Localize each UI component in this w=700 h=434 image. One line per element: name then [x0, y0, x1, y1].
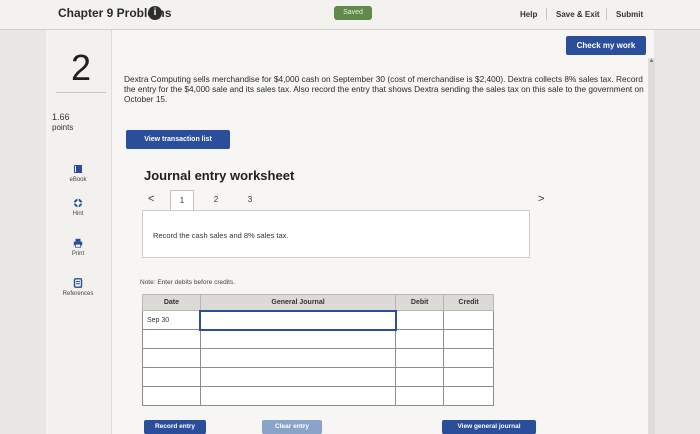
references-label: References — [62, 291, 94, 297]
account-cell[interactable] — [199, 348, 397, 368]
divider — [606, 8, 607, 20]
column-header-debit: Debit — [395, 294, 445, 311]
chevron-right-icon[interactable]: > — [538, 193, 544, 205]
document-icon — [73, 278, 83, 288]
worksheet-tabs: < 1 2 3 > — [142, 190, 554, 210]
view-general-journal-button[interactable]: View general journal — [442, 420, 536, 434]
divider — [546, 8, 547, 20]
saved-status-badge: Saved — [334, 6, 372, 20]
account-cell[interactable] — [199, 367, 397, 387]
note-text: Note: Enter debits before credits. — [140, 279, 236, 286]
table-row — [142, 329, 494, 349]
account-cell[interactable] — [199, 329, 397, 349]
chevron-left-icon[interactable]: < — [148, 193, 154, 205]
worksheet-title: Journal entry worksheet — [144, 168, 295, 183]
points-value: 1.66 — [52, 112, 70, 122]
date-cell[interactable] — [142, 386, 201, 406]
date-cell[interactable]: Sep 30 — [142, 310, 201, 330]
scrollbar[interactable]: ▲ — [648, 58, 655, 434]
check-my-work-button[interactable]: Check my work — [566, 36, 646, 55]
account-cell[interactable] — [199, 309, 397, 331]
debit-cell[interactable] — [395, 348, 445, 368]
hint-label: Hint — [72, 211, 84, 217]
debit-cell[interactable] — [395, 310, 445, 330]
question-sidebar — [46, 30, 112, 434]
points-label: points — [52, 123, 74, 132]
date-cell[interactable] — [142, 367, 201, 387]
question-number: 2 — [70, 47, 92, 88]
column-header-credit: Credit — [443, 294, 494, 311]
ebook-tool[interactable]: eBook — [48, 164, 108, 183]
table-row — [142, 367, 494, 387]
journal-table: Date General Journal Debit Credit Sep 30 — [142, 294, 494, 406]
printer-icon — [73, 238, 83, 248]
credit-cell[interactable] — [443, 386, 494, 406]
submit-link[interactable]: Submit — [616, 10, 643, 19]
references-tool[interactable]: References — [48, 278, 108, 297]
clear-entry-button[interactable]: Clear entry — [262, 420, 322, 434]
credit-cell[interactable] — [443, 367, 494, 387]
debit-cell[interactable] — [395, 367, 445, 387]
record-entry-button[interactable]: Record entry — [144, 420, 206, 434]
table-row — [142, 348, 494, 368]
tab-1[interactable]: 1 — [170, 190, 194, 210]
book-icon — [74, 165, 82, 173]
date-cell[interactable] — [142, 348, 201, 368]
lifebuoy-icon — [73, 198, 83, 208]
print-tool[interactable]: Print — [48, 238, 108, 257]
table-row — [142, 386, 494, 406]
debit-cell[interactable] — [395, 386, 445, 406]
help-link[interactable]: Help — [520, 10, 537, 19]
credit-cell[interactable] — [443, 348, 494, 368]
question-text: Dextra Computing sells merchandise for $… — [124, 74, 644, 104]
view-transaction-list-button[interactable]: View transaction list — [126, 130, 230, 149]
ebook-label: eBook — [69, 177, 87, 183]
column-header-date: Date — [142, 294, 201, 311]
save-exit-link[interactable]: Save & Exit — [556, 10, 600, 19]
credit-cell[interactable] — [443, 329, 494, 349]
instruction-text: Record the cash sales and 8% sales tax. — [153, 231, 289, 240]
column-header-general-journal: General Journal — [199, 294, 397, 311]
info-icon[interactable]: i — [148, 6, 162, 20]
hint-tool[interactable]: Hint — [48, 198, 108, 217]
credit-cell[interactable] — [443, 310, 494, 330]
account-cell[interactable] — [199, 386, 397, 406]
debit-cell[interactable] — [395, 329, 445, 349]
divider — [56, 92, 106, 93]
top-bar: Chapter 9 Problems i Saved Help Save & E… — [0, 0, 700, 30]
chevron-up-icon[interactable]: ▲ — [648, 58, 655, 66]
tab-2[interactable]: 2 — [204, 190, 228, 210]
tab-3[interactable]: 3 — [238, 190, 262, 210]
print-label: Print — [71, 251, 85, 257]
table-row: Sep 30 — [142, 309, 494, 331]
date-cell[interactable] — [142, 329, 201, 349]
instruction-box: Record the cash sales and 8% sales tax. — [142, 210, 530, 258]
